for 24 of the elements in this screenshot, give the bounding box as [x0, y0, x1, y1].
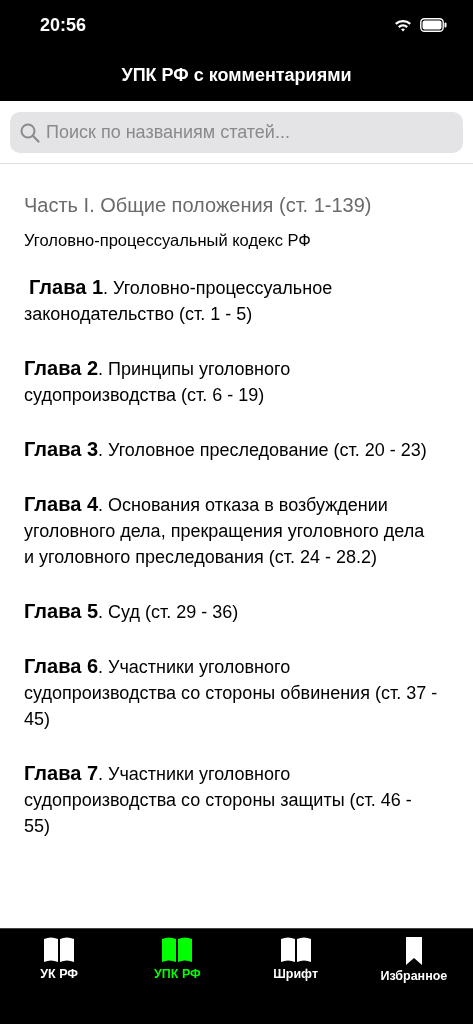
tab-item[interactable]: Избранное	[354, 929, 473, 1024]
search-icon	[20, 122, 40, 143]
search-input[interactable]: Поиск по названиям статей...	[46, 122, 453, 143]
battery-icon	[420, 18, 447, 32]
book-icon	[43, 937, 76, 963]
chapter-item[interactable]: Глава 6. Участники уголовного судопроизводства со стороны обвинения (ст. 37 - 45)	[24, 653, 439, 732]
tab-item[interactable]: УПК РФ	[118, 929, 237, 1024]
bookmark-icon	[403, 937, 424, 965]
screen-title: УПК РФ с комментариями	[121, 65, 352, 86]
code-title: Уголовно-процессуальный кодекс РФ	[24, 231, 312, 250]
chapter-item[interactable]: Глава 7. Участники уголовного судопроизводства со стороны защиты (ст. 46 - 55)	[24, 760, 439, 839]
wifi-icon	[394, 18, 412, 32]
chapter-item[interactable]: Глава 1. Уголовно-процессуальное законодательство (ст. 1 - 5)	[24, 274, 439, 327]
status-time: 20:56	[40, 14, 87, 36]
book-icon	[161, 937, 194, 963]
chapter-item[interactable]: Глава 2. Принципы уголовного судопроизводства (ст. 6 - 19)	[24, 355, 439, 408]
search-field[interactable]: Поиск по названиям статей...	[10, 112, 463, 153]
tab-item[interactable]: УК РФ	[0, 929, 119, 1024]
chapter-item[interactable]: Глава 5. Суд (ст. 29 - 36)	[24, 598, 439, 625]
chapter-item[interactable]: Глава 3. Уголовное преследование (ст. 20 - 23)	[24, 436, 439, 463]
section-heading: Часть I. Общие положения (ст. 1-139)	[24, 194, 373, 217]
chapter-item[interactable]: Глава 4. Основания отказа в возбуждении уголовного дела, прекращения уголовного дела и уголовного преследования (ст. 24 - 28.2)	[24, 491, 439, 570]
tab-item[interactable]: Шрифт	[236, 929, 355, 1024]
book-icon	[279, 937, 312, 963]
